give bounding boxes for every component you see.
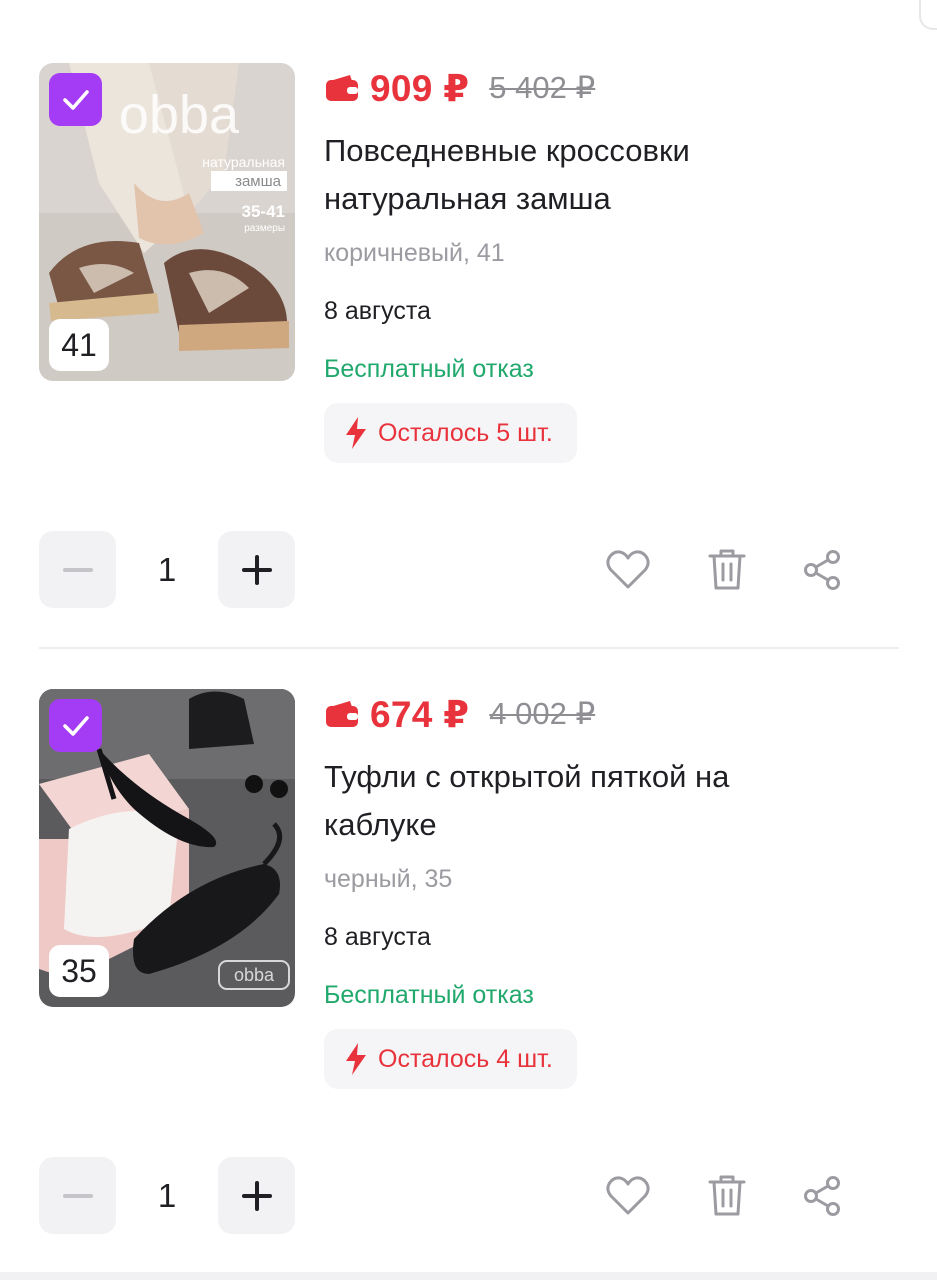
product-image[interactable]: obba натуральная замша 35-41 размеры 41 <box>39 63 295 381</box>
stock-badge: Осталось 4 шт. <box>324 1029 577 1089</box>
share-icon <box>804 550 840 590</box>
product-title-line: натуральная замша <box>324 181 611 216</box>
minus-icon <box>62 1193 93 1198</box>
free-return-text: Бесплатный отказ <box>324 981 534 1009</box>
stock-text: Осталось 4 шт. <box>378 1044 553 1073</box>
size-badge: 41 <box>49 319 109 371</box>
stock-badge: Осталось 5 шт. <box>324 403 577 463</box>
product-title-line: Повседневные кроссовки <box>324 133 690 168</box>
trash-icon <box>708 1175 746 1216</box>
product-title[interactable]: Туфли с открытой пяткой на каблуке <box>324 753 907 849</box>
product-title-line: каблуке <box>324 807 437 842</box>
share-button[interactable] <box>797 1171 847 1221</box>
image-sizes-label: размеры <box>244 223 285 234</box>
product-title-line: Туфли с открытой пяткой на <box>324 759 730 794</box>
increase-quantity-button[interactable] <box>218 531 295 608</box>
free-return-text: Бесплатный отказ <box>324 355 534 383</box>
favorite-button[interactable] <box>603 1171 653 1221</box>
minus-icon <box>62 567 93 572</box>
variant-text: коричневый, 41 <box>324 239 505 267</box>
share-button[interactable] <box>797 545 847 595</box>
image-brand-text: obba <box>119 85 240 145</box>
divider <box>39 647 899 649</box>
bottom-strip <box>0 1272 937 1280</box>
wallet-icon <box>326 701 358 727</box>
heart-icon <box>606 1176 650 1215</box>
image-sizes-text: 35-41 <box>242 202 285 221</box>
delete-button[interactable] <box>702 1171 752 1221</box>
delete-button[interactable] <box>702 545 752 595</box>
decrease-quantity-button[interactable] <box>39 531 116 608</box>
current-price: 674 ₽ <box>370 693 470 735</box>
wallet-icon <box>326 75 358 101</box>
item-controls: 1 <box>39 1157 899 1235</box>
stock-text: Осталось 5 шт. <box>378 418 553 447</box>
heart-icon <box>606 550 650 589</box>
product-info: 909 ₽ 5 402 ₽ Повседневные кроссовки нат… <box>324 63 907 463</box>
quantity-value[interactable]: 1 <box>129 531 205 608</box>
edge-tab <box>919 0 937 30</box>
check-icon <box>62 715 89 736</box>
price-row: 674 ₽ 4 002 ₽ <box>324 689 907 739</box>
size-badge: 35 <box>49 945 109 997</box>
current-price: 909 ₽ <box>370 67 470 109</box>
product-title[interactable]: Повседневные кроссовки натуральная замша <box>324 127 907 223</box>
delivery-date: 8 августа <box>324 297 431 325</box>
lightning-icon <box>346 1043 366 1075</box>
delivery-date: 8 августа <box>324 923 431 951</box>
image-caption-text: замша <box>235 173 282 190</box>
product-info: 674 ₽ 4 002 ₽ Туфли с открытой пяткой на… <box>324 689 907 1089</box>
share-icon <box>804 1176 840 1216</box>
lightning-icon <box>346 417 366 449</box>
trash-icon <box>708 549 746 590</box>
select-checkbox[interactable] <box>49 73 102 126</box>
quantity-value[interactable]: 1 <box>129 1157 205 1234</box>
image-caption-text: натуральная <box>202 154 285 170</box>
product-image[interactable]: obba 35 <box>39 689 295 1007</box>
old-price: 4 002 ₽ <box>489 696 596 731</box>
decrease-quantity-button[interactable] <box>39 1157 116 1234</box>
variant-text: черный, 35 <box>324 865 453 893</box>
plus-icon <box>241 1180 272 1211</box>
select-checkbox[interactable] <box>49 699 102 752</box>
image-brand-text: obba <box>234 965 275 985</box>
check-icon <box>62 89 89 110</box>
item-controls: 1 <box>39 531 899 609</box>
plus-icon <box>241 554 272 585</box>
old-price: 5 402 ₽ <box>489 70 596 105</box>
price-row: 909 ₽ 5 402 ₽ <box>324 63 907 113</box>
favorite-button[interactable] <box>603 545 653 595</box>
increase-quantity-button[interactable] <box>218 1157 295 1234</box>
